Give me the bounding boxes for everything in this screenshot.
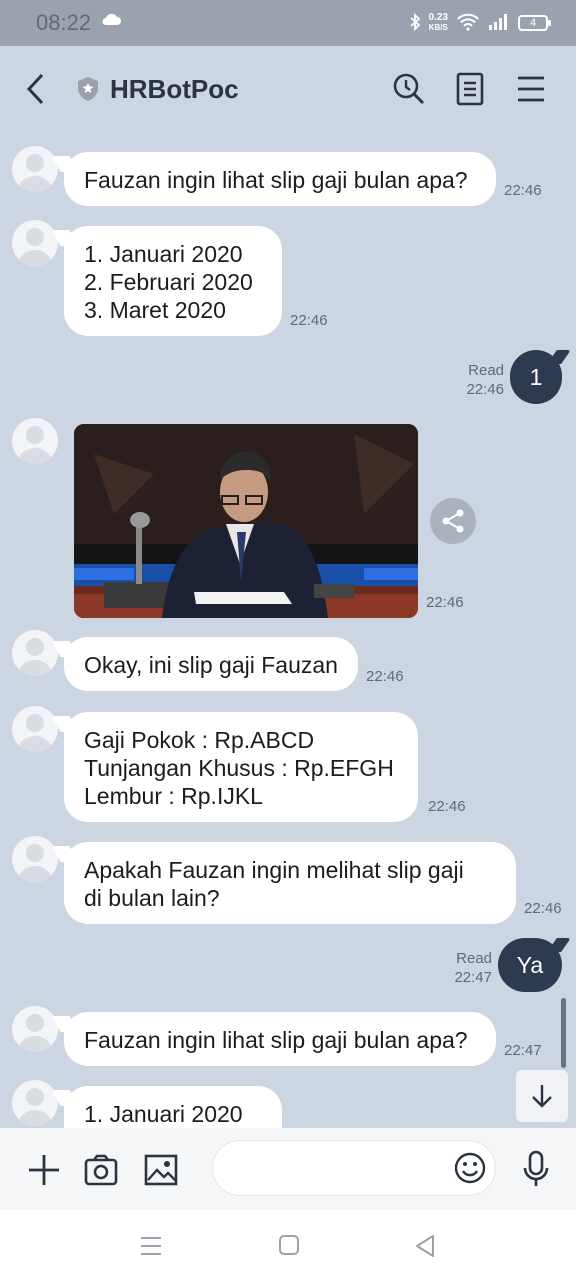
scrollbar[interactable]: [561, 998, 566, 1068]
camera-icon[interactable]: [84, 1154, 118, 1191]
plus-icon[interactable]: [26, 1152, 62, 1193]
emoji-icon[interactable]: [453, 1151, 487, 1190]
home-icon[interactable]: [278, 1234, 300, 1261]
shield-icon: [76, 76, 100, 107]
mic-icon[interactable]: [522, 1150, 550, 1193]
recent-apps-icon[interactable]: [140, 1236, 162, 1261]
share-button[interactable]: [430, 498, 476, 544]
message-time: 22:46: [466, 381, 504, 398]
bot-avatar[interactable]: [12, 418, 58, 464]
bot-avatar[interactable]: [12, 220, 58, 266]
menu-icon[interactable]: [516, 72, 546, 111]
message-line: 1. Januari 2020: [84, 241, 243, 267]
bot-avatar[interactable]: [12, 146, 58, 192]
message-line: 2. Februari 2020: [84, 269, 253, 295]
message-line: Tunjangan Khusus : Rp.EFGH: [84, 755, 394, 781]
message-time: 22:47: [454, 969, 492, 986]
message-line: Apakah Fauzan ingin melihat slip gaji: [84, 857, 464, 883]
notes-icon[interactable]: [456, 72, 484, 111]
scroll-to-bottom-button[interactable]: [516, 1070, 568, 1122]
message-time: 22:46: [428, 798, 466, 815]
message-time: 22:46: [504, 182, 542, 199]
message-bubble[interactable]: Fauzan ingin lihat slip gaji bulan apa?: [64, 1012, 496, 1066]
my-message-bubble[interactable]: Ya: [498, 938, 562, 992]
battery-icon: 4: [518, 15, 551, 31]
message-time: 22:46: [426, 594, 464, 611]
image-message[interactable]: [74, 424, 418, 618]
arrow-down-icon: [532, 1085, 552, 1108]
read-status: Read: [456, 950, 492, 967]
message-bubble[interactable]: Fauzan ingin lihat slip gaji bulan apa?: [64, 152, 496, 206]
bot-avatar[interactable]: [12, 836, 58, 882]
message-line: Fauzan ingin lihat slip gaji bulan apa?: [84, 1027, 468, 1053]
back-icon[interactable]: [24, 72, 46, 111]
bluetooth-icon: [409, 12, 421, 34]
message-time: 22:47: [504, 1042, 542, 1059]
read-receipt: Read 22:47: [440, 949, 492, 987]
read-status: Read: [468, 362, 504, 379]
wifi-icon: [456, 13, 480, 34]
net-speed: 0.23 KB/S: [429, 13, 448, 33]
composer-bar: [0, 1128, 576, 1210]
message-line: Lembur : Rp.IJKL: [84, 783, 263, 809]
message-line: Gaji Pokok : Rp.ABCD: [84, 727, 315, 753]
message-time: 22:46: [290, 312, 328, 329]
chat-area[interactable]: Fauzan ingin lihat slip gaji bulan apa? …: [0, 132, 576, 1128]
signal-icon: [488, 13, 510, 34]
chat-title: HRBotPoc: [110, 74, 239, 104]
status-time: 08:22: [36, 10, 92, 35]
message-time: 22:46: [366, 668, 404, 685]
message-line: 3. Maret 2020: [84, 297, 226, 323]
bot-avatar[interactable]: [12, 1006, 58, 1052]
message-line: di bulan lain?: [84, 885, 220, 911]
search-icon[interactable]: [392, 72, 426, 111]
message-line: 1. Januari 2020: [84, 1101, 243, 1127]
message-bubble[interactable]: Apakah Fauzan ingin melihat slip gaji di…: [64, 842, 516, 924]
share-icon: [442, 509, 464, 533]
system-nav-bar: [0, 1210, 576, 1280]
message-bubble[interactable]: Gaji Pokok : Rp.ABCD Tunjangan Khusus : …: [64, 712, 418, 822]
net-speed-unit: KB/S: [428, 23, 448, 32]
gallery-icon[interactable]: [144, 1154, 178, 1191]
status-icons: 0.23 KB/S 4: [409, 10, 551, 36]
back-nav-icon[interactable]: [414, 1234, 436, 1263]
message-bubble[interactable]: Okay, ini slip gaji Fauzan: [64, 637, 358, 691]
message-line: Fauzan ingin lihat slip gaji bulan apa?: [84, 167, 468, 193]
message-line: Okay, ini slip gaji Fauzan: [84, 652, 338, 678]
net-speed-value: 0.23: [428, 12, 448, 23]
message-input[interactable]: [212, 1140, 496, 1196]
status-bar: 08:22 0.23 KB/S 4: [0, 0, 576, 46]
chat-header: HRBotPoc: [0, 46, 576, 132]
my-message-bubble[interactable]: 1: [510, 350, 562, 404]
bot-avatar[interactable]: [12, 630, 58, 676]
message-bubble[interactable]: 1. Januari 2020 2. Februari 2020 3. Mare…: [64, 226, 282, 336]
cloud-icon: [101, 12, 121, 31]
bot-avatar[interactable]: [12, 706, 58, 752]
read-receipt: Read 22:46: [452, 361, 504, 399]
message-bubble[interactable]: 1. Januari 2020: [64, 1086, 282, 1128]
message-time: 22:46: [524, 900, 562, 917]
bot-avatar[interactable]: [12, 1080, 58, 1126]
